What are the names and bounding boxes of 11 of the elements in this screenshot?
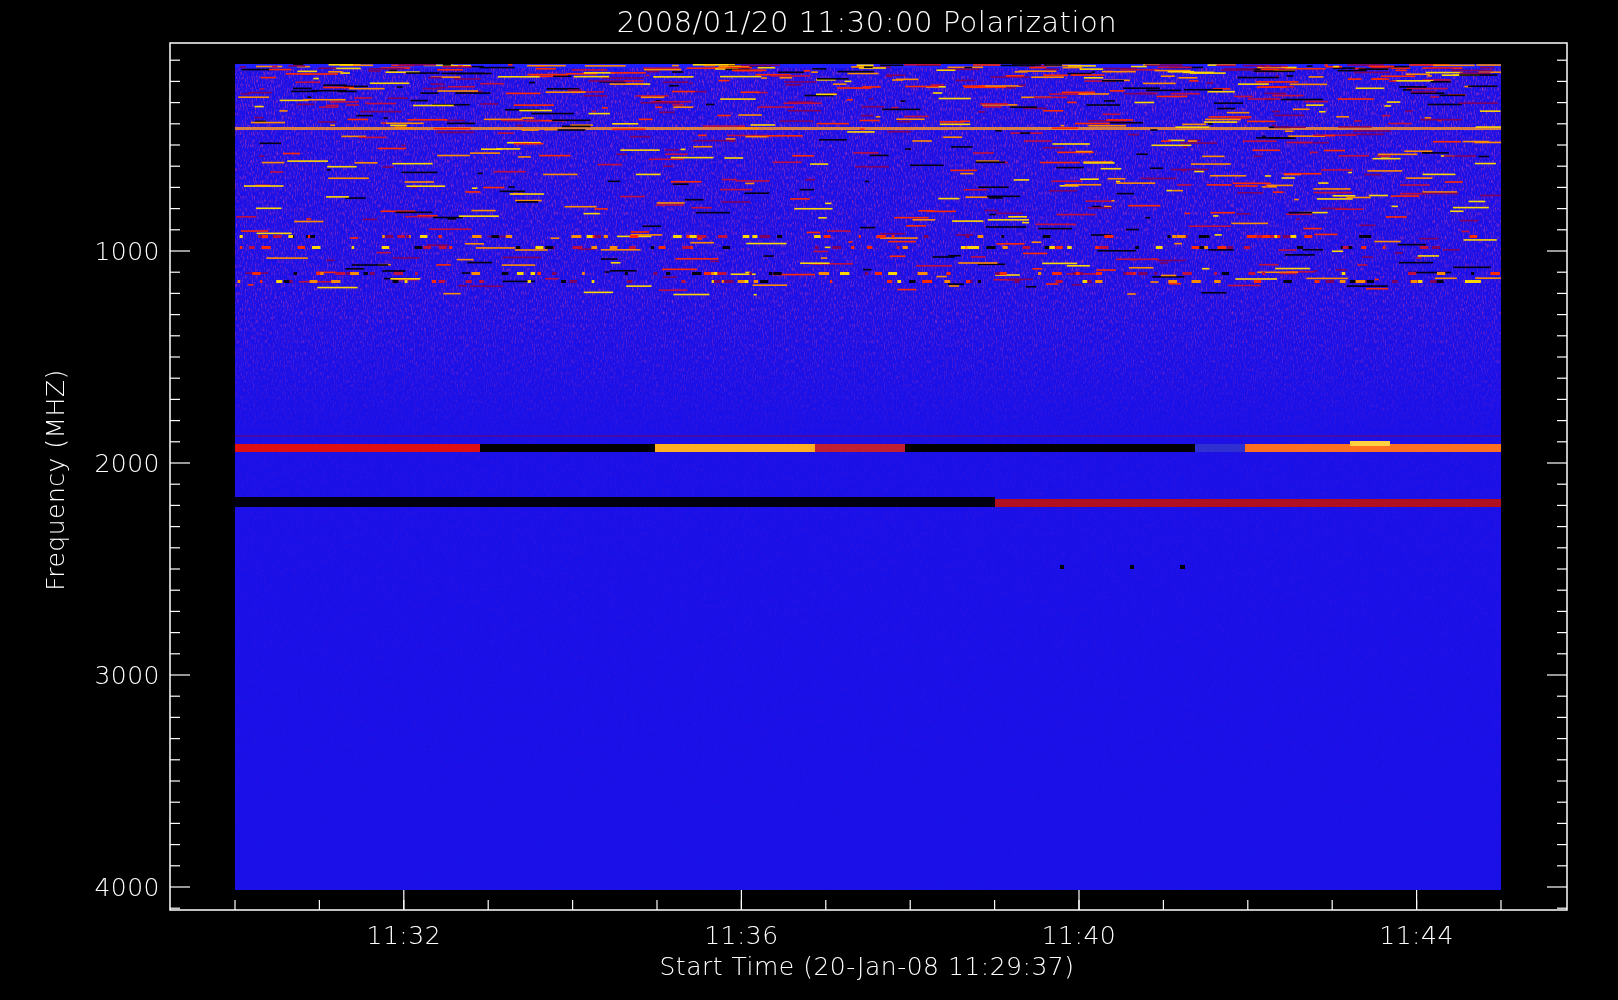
x-tick-label: 11:44: [1379, 921, 1454, 950]
y-tick-label: 4000: [94, 873, 160, 902]
x-axis-label: Start Time (20-Jan-08 11:29:37): [659, 952, 1075, 981]
y-tick-label: 2000: [94, 449, 160, 478]
y-tick-label: 3000: [94, 661, 160, 690]
y-axis-label: Frequency (MHZ): [41, 369, 70, 591]
x-tick-label: 11:36: [704, 921, 779, 950]
x-tick-label: 11:40: [1041, 921, 1117, 950]
x-tick-label: 11:32: [366, 921, 442, 950]
y-tick-label: 1000: [94, 237, 160, 266]
chart-title: 2008/01/20 11:30:00 Polarization: [616, 5, 1118, 39]
